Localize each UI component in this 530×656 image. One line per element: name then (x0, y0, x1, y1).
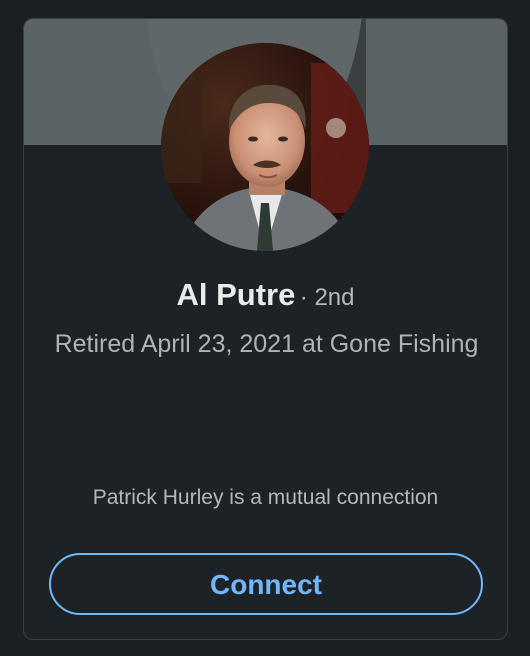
profile-headline: Retired April 23, 2021 at Gone Fishing (54, 330, 479, 358)
profile-name[interactable]: Al Putre (176, 277, 295, 312)
profile-card[interactable]: Al Putre · 2nd Retired April 23, 2021 at… (23, 18, 508, 640)
connection-degree: · 2nd (299, 284, 355, 311)
mutual-connection-text: Patrick Hurley is a mutual connection (92, 486, 439, 509)
name-row: Al Putre · 2nd (24, 277, 507, 313)
connect-button[interactable]: Connect (49, 553, 483, 615)
avatar-photo (161, 43, 369, 251)
avatar[interactable] (161, 43, 369, 251)
banner-right-panel (366, 19, 507, 145)
